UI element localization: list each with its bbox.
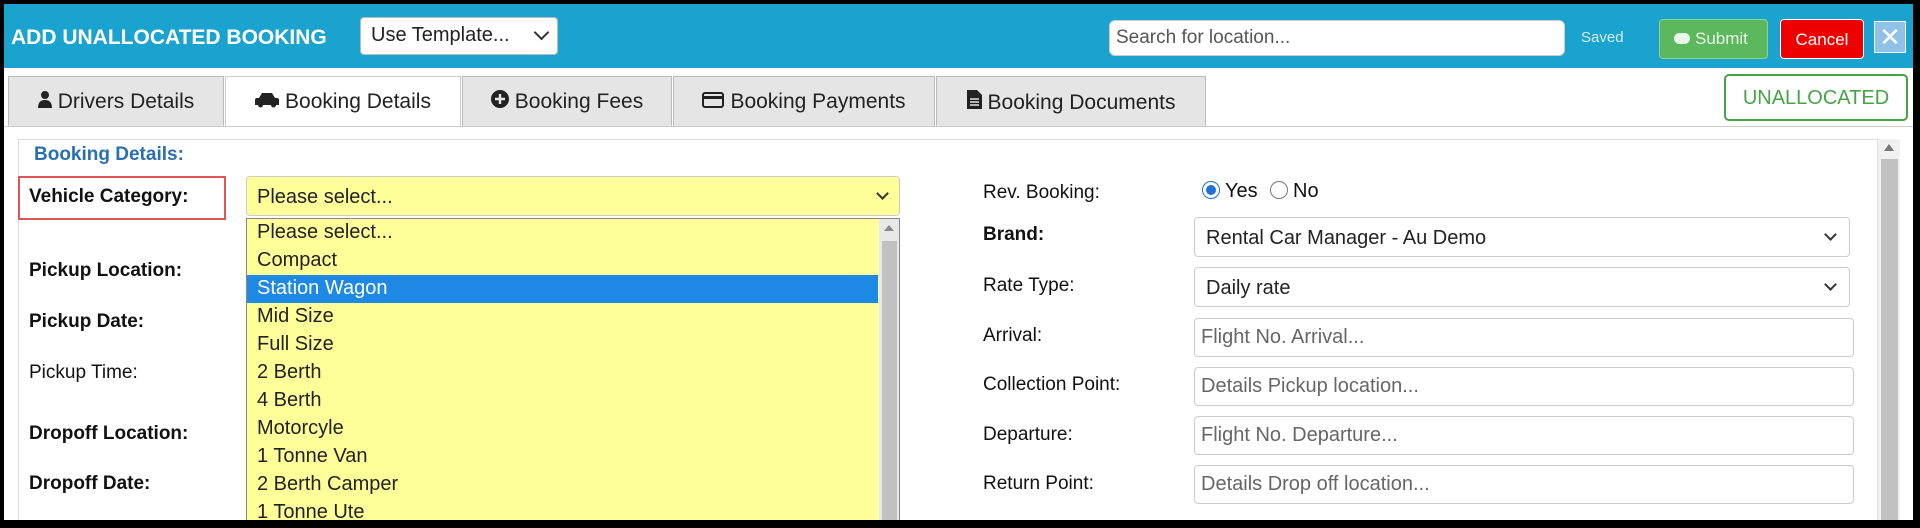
panel-scrollbar[interactable] — [1878, 139, 1900, 520]
dropdown-option[interactable]: Motorcyle — [247, 415, 878, 443]
tab-booking-details[interactable]: Booking Details — [225, 76, 461, 127]
tab-booking-documents[interactable]: Booking Documents — [936, 76, 1206, 126]
rev-booking-no-radio[interactable] — [1270, 181, 1288, 199]
rate-type-label: Rate Type: — [983, 275, 1075, 296]
scroll-up-icon[interactable] — [884, 225, 894, 231]
chevron-down-icon — [1824, 278, 1837, 291]
template-select[interactable]: Use Template... — [360, 17, 558, 55]
rate-type-select[interactable]: Daily rate — [1194, 267, 1850, 307]
submit-button[interactable]: Submit — [1659, 19, 1768, 59]
page-title: ADD UNALLOCATED BOOKING — [11, 26, 327, 49]
dropdown-option[interactable]: 4 Berth — [247, 387, 878, 415]
scroll-up-icon[interactable] — [1884, 144, 1894, 151]
vehicle-category-select[interactable]: Please select... — [246, 176, 900, 216]
close-icon[interactable]: ✕ — [1874, 21, 1906, 53]
dropdown-option[interactable]: 1 Tonne Ute — [247, 499, 878, 520]
tab-label: Booking Documents — [987, 91, 1176, 114]
rev-booking-label: Rev. Booking: — [983, 182, 1100, 203]
collection-point-label: Collection Point: — [983, 374, 1121, 395]
dropdown-option[interactable]: Full Size — [247, 331, 878, 359]
tab-label: Booking Payments — [730, 90, 906, 113]
tab-label: Booking Details — [285, 90, 431, 113]
brand-select[interactable]: Rental Car Manager - Au Demo — [1194, 217, 1850, 257]
return-point-input[interactable] — [1194, 465, 1854, 504]
arrival-label: Arrival: — [983, 325, 1043, 346]
chevron-down-icon — [876, 187, 889, 200]
tab-label: Booking Fees — [514, 90, 644, 113]
car-icon — [255, 92, 280, 113]
arrival-input[interactable] — [1194, 318, 1854, 357]
header-bar: ADD UNALLOCATED BOOKING Use Template... … — [4, 4, 1913, 68]
tab-divider — [4, 126, 1913, 127]
pickup-date-label: Pickup Date: — [29, 311, 145, 332]
tab-bar: Drivers Details Booking Details Booking … — [4, 68, 1913, 132]
saved-status: Saved — [1581, 29, 1624, 46]
tab-booking-fees[interactable]: Booking Fees — [462, 76, 672, 126]
location-search-input[interactable] — [1109, 20, 1565, 56]
credit-card-icon — [702, 92, 725, 113]
cloud-upload-icon — [1674, 33, 1690, 44]
tab-label: Drivers Details — [57, 90, 195, 113]
user-icon — [37, 90, 52, 113]
vehicle-category-value: Please select... — [257, 186, 393, 208]
dropdown-option[interactable]: Compact — [247, 247, 878, 275]
section-title: Booking Details: — [34, 144, 184, 165]
dropdown-scroll-thumb[interactable] — [882, 241, 897, 520]
collection-point-input[interactable] — [1194, 367, 1854, 406]
status-badge: UNALLOCATED — [1724, 74, 1908, 121]
dropdown-scrollbar[interactable] — [879, 219, 899, 520]
template-select-value: Use Template... — [371, 24, 510, 46]
cancel-button[interactable]: Cancel — [1780, 19, 1864, 59]
vehicle-category-dropdown: Please select... Compact Station Wagon M… — [246, 218, 900, 520]
dropdown-option-highlighted[interactable]: Station Wagon — [247, 275, 878, 303]
rev-booking-no-label: No — [1293, 180, 1319, 202]
departure-input[interactable] — [1194, 416, 1854, 455]
brand-value: Rental Car Manager - Au Demo — [1206, 227, 1487, 249]
dropdown-option[interactable]: 1 Tonne Van — [247, 443, 878, 471]
rev-booking-yes-label: Yes — [1225, 180, 1258, 202]
file-icon — [966, 90, 982, 114]
submit-label: Submit — [1695, 29, 1748, 48]
rev-booking-yes-radio[interactable] — [1202, 181, 1220, 199]
dropdown-option[interactable]: 2 Berth — [247, 359, 878, 387]
dropoff-location-label: Dropoff Location: — [29, 423, 189, 444]
departure-label: Departure: — [983, 424, 1073, 445]
vehicle-category-label: Vehicle Category: — [29, 186, 189, 207]
pickup-location-label: Pickup Location: — [29, 260, 183, 281]
chevron-down-icon — [1824, 228, 1837, 241]
scroll-thumb[interactable] — [1881, 159, 1898, 520]
dropdown-option[interactable]: Mid Size — [247, 303, 878, 331]
plus-circle-icon — [490, 90, 509, 113]
dropdown-option[interactable]: Please select... — [247, 219, 878, 247]
dropdown-option[interactable]: 2 Berth Camper — [247, 471, 878, 499]
return-point-label: Return Point: — [983, 473, 1094, 494]
rate-type-value: Daily rate — [1206, 277, 1291, 299]
pickup-time-label: Pickup Time: — [29, 362, 138, 383]
dropoff-date-label: Dropoff Date: — [29, 473, 151, 494]
tab-booking-payments[interactable]: Booking Payments — [673, 76, 935, 126]
booking-window: ADD UNALLOCATED BOOKING Use Template... … — [4, 4, 1913, 520]
chevron-down-icon — [533, 24, 550, 41]
tab-drivers-details[interactable]: Drivers Details — [8, 76, 224, 126]
brand-label: Brand: — [983, 224, 1045, 245]
